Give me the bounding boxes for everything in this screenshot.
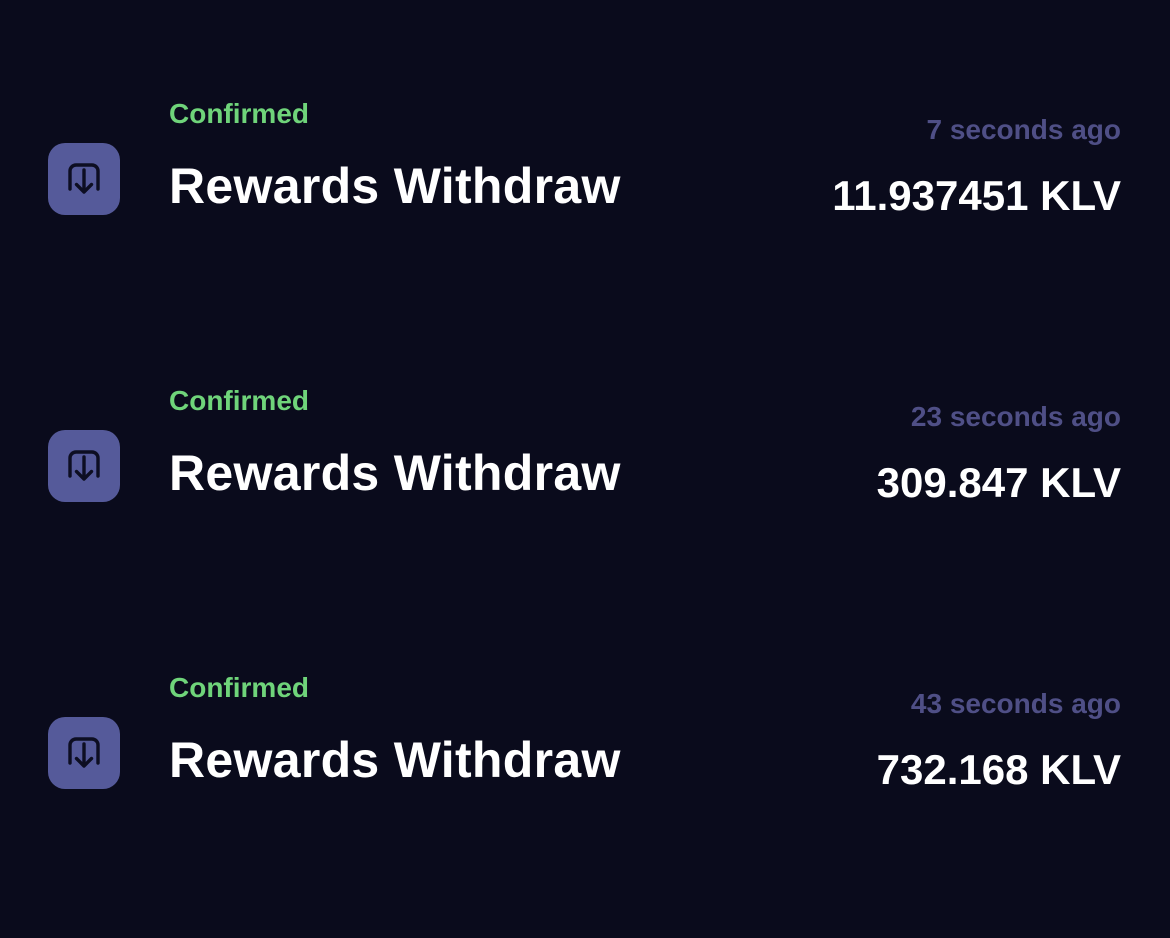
transaction-amount: 11.937451 KLV	[832, 172, 1121, 219]
transaction-amount: 732.168 KLV	[876, 746, 1121, 793]
withdraw-icon	[48, 143, 120, 215]
timestamp: 7 seconds ago	[926, 114, 1121, 145]
timestamp: 43 seconds ago	[910, 688, 1121, 719]
timestamp: 23 seconds ago	[910, 401, 1121, 432]
transaction-title: Rewards Withdraw	[169, 158, 621, 214]
transaction-title: Rewards Withdraw	[169, 445, 621, 501]
transaction-list: Confirmed Rewards Withdraw 7 seconds ago…	[0, 0, 1170, 938]
withdraw-icon	[48, 430, 120, 502]
transaction-row[interactable]: Confirmed Rewards Withdraw 23 seconds ag…	[0, 372, 1170, 572]
transaction-title: Rewards Withdraw	[169, 732, 621, 788]
transaction-row[interactable]: Confirmed Rewards Withdraw 7 seconds ago…	[0, 85, 1170, 285]
transaction-row[interactable]: Confirmed Rewards Withdraw 43 seconds ag…	[0, 659, 1170, 859]
status-label: Confirmed	[169, 98, 309, 129]
withdraw-icon	[48, 717, 120, 789]
status-label: Confirmed	[169, 672, 309, 703]
status-label: Confirmed	[169, 385, 309, 416]
transaction-amount: 309.847 KLV	[876, 459, 1121, 506]
